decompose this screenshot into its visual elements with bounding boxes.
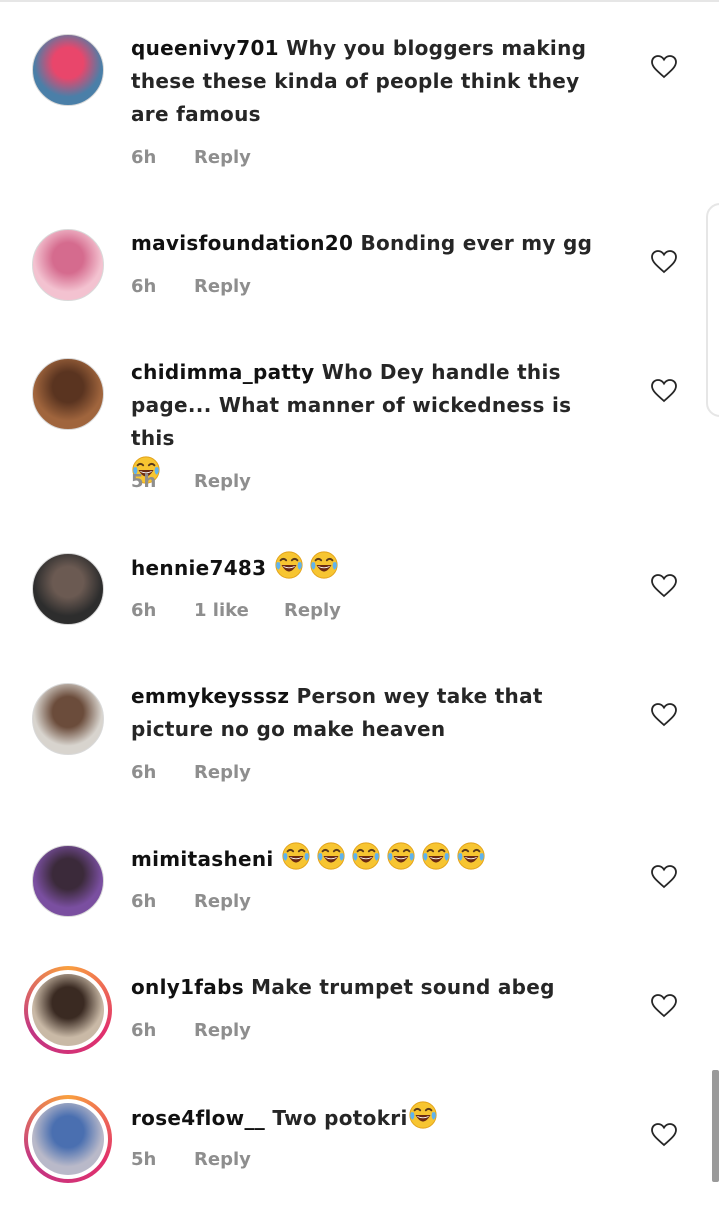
avatar[interactable] xyxy=(32,229,104,301)
like-count[interactable]: 1 like xyxy=(194,600,284,621)
avatar[interactable] xyxy=(32,358,104,430)
avatar[interactable] xyxy=(32,553,104,625)
comment-meta: 6h Reply xyxy=(131,276,251,297)
emoji-group xyxy=(274,551,344,580)
comment-meta: 6h Reply xyxy=(131,1020,251,1041)
emoji-group xyxy=(408,1101,443,1130)
face-with-tears-of-joy-emoji xyxy=(310,551,338,579)
comment-timestamp: 5h xyxy=(131,1149,157,1170)
top-divider xyxy=(0,0,719,2)
face-with-tears-of-joy-emoji xyxy=(275,551,303,579)
comment-timestamp: 6h xyxy=(131,891,157,912)
scrollbar[interactable] xyxy=(712,1070,719,1182)
comment-timestamp: 5h xyxy=(131,471,157,492)
reply-button[interactable]: Reply xyxy=(194,276,251,297)
comment-text: rose4flow__ Two potokri xyxy=(131,1100,621,1135)
comment-timestamp: 6h xyxy=(131,147,157,168)
comment-meta: 6h Reply xyxy=(131,891,251,912)
comment-meta: 6h 1 like Reply xyxy=(131,600,341,621)
avatar[interactable] xyxy=(24,1095,112,1183)
face-with-tears-of-joy-emoji xyxy=(422,842,450,870)
comment-text: queenivy701 Why you bloggers making thes… xyxy=(131,32,621,131)
heart-outline-icon[interactable] xyxy=(651,55,677,79)
comment-timestamp: 6h xyxy=(131,276,157,297)
comment-username[interactable]: mimitasheni xyxy=(131,847,274,871)
avatar[interactable] xyxy=(32,683,104,755)
comment-meta: 6h Reply xyxy=(131,762,251,783)
avatar[interactable] xyxy=(24,966,112,1054)
comment-body: Make trumpet sound abeg xyxy=(251,975,555,999)
emoji-group xyxy=(281,842,491,871)
reply-button[interactable]: Reply xyxy=(284,600,341,621)
reply-button[interactable]: Reply xyxy=(194,1020,251,1041)
reply-button[interactable]: Reply xyxy=(194,891,251,912)
comment-timestamp: 6h xyxy=(131,600,157,621)
heart-outline-icon[interactable] xyxy=(651,250,677,274)
face-with-tears-of-joy-emoji xyxy=(409,1101,437,1129)
face-with-tears-of-joy-emoji xyxy=(282,842,310,870)
comment-text: chidimma_patty Who Dey handle this page.… xyxy=(131,356,621,490)
heart-outline-icon[interactable] xyxy=(651,865,677,889)
comment-username[interactable]: queenivy701 xyxy=(131,36,279,60)
comment-username[interactable]: chidimma_patty xyxy=(131,360,314,384)
heart-outline-icon[interactable] xyxy=(651,574,677,598)
comment-username[interactable]: rose4flow__ xyxy=(131,1106,265,1130)
comment-timestamp: 6h xyxy=(131,1020,157,1041)
comment-username[interactable]: emmykeysssz xyxy=(131,684,289,708)
comment-body: Bonding ever my gg xyxy=(360,231,593,255)
reply-button[interactable]: Reply xyxy=(194,1149,251,1170)
face-with-tears-of-joy-emoji xyxy=(317,842,345,870)
heart-outline-icon[interactable] xyxy=(651,379,677,403)
comment-text: only1fabs Make trumpet sound abeg xyxy=(131,971,621,1004)
comment-text: emmykeysssz Person wey take that picture… xyxy=(131,680,621,746)
comment-text: mavisfoundation20 Bonding ever my gg xyxy=(131,227,621,260)
heart-outline-icon[interactable] xyxy=(651,994,677,1018)
reply-button[interactable]: Reply xyxy=(194,762,251,783)
heart-outline-icon[interactable] xyxy=(651,1123,677,1147)
reply-button[interactable]: Reply xyxy=(194,147,251,168)
face-with-tears-of-joy-emoji xyxy=(387,842,415,870)
comment-username[interactable]: hennie7483 xyxy=(131,556,266,580)
comment-timestamp: 6h xyxy=(131,762,157,783)
avatar[interactable] xyxy=(32,845,104,917)
comment-meta: 5h Reply xyxy=(131,1149,251,1170)
avatar[interactable] xyxy=(32,34,104,106)
face-with-tears-of-joy-emoji xyxy=(352,842,380,870)
reply-button[interactable]: Reply xyxy=(194,471,251,492)
face-with-tears-of-joy-emoji xyxy=(457,842,485,870)
comment-text: mimitasheni xyxy=(131,841,621,876)
comment-body: Two potokri xyxy=(272,1106,408,1130)
comment-meta: 5h Reply xyxy=(131,471,251,492)
comment-text: hennie7483 xyxy=(131,550,621,585)
comment-username[interactable]: mavisfoundation20 xyxy=(131,231,353,255)
comment-username[interactable]: only1fabs xyxy=(131,975,244,999)
side-panel-handle[interactable] xyxy=(706,203,719,417)
heart-outline-icon[interactable] xyxy=(651,703,677,727)
comment-meta: 6h Reply xyxy=(131,147,251,168)
